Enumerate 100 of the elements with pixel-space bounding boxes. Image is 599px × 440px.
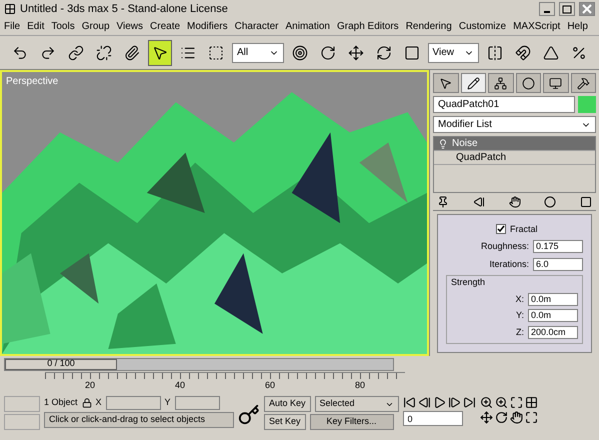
square-icon	[404, 44, 420, 60]
maximize-icon	[562, 4, 572, 14]
fractal-label: Fractal	[510, 222, 538, 236]
lock-icon[interactable]	[82, 398, 92, 408]
menu-item[interactable]: Graph Editors	[336, 19, 399, 34]
minimize-icon	[544, 11, 550, 13]
menu-item[interactable]: Views	[116, 19, 144, 34]
key-icon[interactable]	[238, 404, 260, 426]
prompt-text: Click or click-and-drag to select objects	[44, 412, 234, 428]
hammer-icon	[576, 76, 590, 90]
modifier-list-dropdown[interactable]: Modifier List	[433, 116, 596, 133]
param-label: Roughness:	[480, 240, 529, 253]
viewport-nav-icon[interactable]	[510, 411, 523, 424]
toolbar-button[interactable]	[148, 40, 172, 66]
ruler-label: 40	[174, 378, 185, 392]
menu-item[interactable]: File	[4, 19, 20, 34]
menu-item[interactable]: Create	[150, 19, 180, 34]
viewport-nav-icon[interactable]	[494, 411, 508, 424]
minimize-button[interactable]	[539, 2, 555, 16]
menu-item[interactable]: Character	[234, 19, 279, 34]
stack-tool-icon[interactable]	[580, 196, 592, 208]
param-field[interactable]: 0.175	[533, 240, 583, 254]
dashed-square-icon	[208, 44, 224, 60]
playback-icon[interactable]	[418, 396, 431, 409]
set-key-button[interactable]: Set Key	[264, 414, 306, 430]
playback-icon[interactable]	[402, 396, 416, 409]
x-label: X	[96, 396, 102, 410]
menu-item[interactable]: Customize	[458, 19, 506, 34]
time-slider-thumb[interactable]: 0 / 100	[5, 358, 117, 370]
viewport-nav-icon[interactable]	[524, 396, 538, 409]
panel-tab[interactable]	[460, 73, 486, 93]
maximize-button[interactable]	[559, 2, 575, 16]
hierarchy-icon	[494, 76, 508, 90]
object-name-field[interactable]: QuadPatch01	[433, 96, 575, 113]
menu-item[interactable]: MAXScript	[513, 19, 560, 34]
menu-item[interactable]: Animation	[286, 19, 330, 34]
playback-icon[interactable]	[462, 396, 476, 409]
object-color-swatch[interactable]	[578, 96, 596, 113]
viewport-nav-icon[interactable]	[480, 411, 493, 424]
toolbar-dropdown[interactable]: View	[428, 42, 479, 62]
menu-item[interactable]: Tools	[51, 19, 75, 34]
undo-icon	[12, 44, 28, 60]
fractal-checkbox[interactable]	[496, 224, 506, 234]
key-mode-dropdown[interactable]: Selected	[314, 396, 399, 412]
ruler-label: 80	[354, 378, 365, 392]
monitor-icon	[549, 76, 562, 90]
axis-label: X:	[515, 292, 524, 306]
close-button[interactable]	[579, 2, 595, 16]
frame-field[interactable]: 0	[402, 411, 463, 426]
pointer-icon	[152, 44, 168, 60]
status-field	[4, 396, 40, 412]
triangle-icon	[543, 44, 559, 60]
param-field[interactable]: 6.0	[533, 258, 583, 271]
menu-item[interactable]: Edit	[27, 19, 44, 34]
panel-tab[interactable]	[488, 73, 514, 93]
viewport-label: Perspective	[6, 75, 58, 89]
panel-tab[interactable]	[543, 73, 568, 93]
refresh-icon	[376, 44, 392, 60]
param-label: Iterations:	[489, 258, 529, 270]
auto-key-button[interactable]: Auto Key	[264, 396, 311, 412]
stack-tool-icon[interactable]	[472, 196, 485, 208]
x-field[interactable]	[106, 396, 161, 410]
ruler-label: 60	[264, 378, 275, 392]
close-icon	[582, 4, 592, 14]
circle-icon	[522, 76, 535, 90]
menu-item[interactable]: Help	[567, 19, 588, 34]
playback-icon[interactable]	[448, 396, 461, 409]
magnet-icon	[515, 44, 531, 60]
paperclip-icon	[124, 44, 140, 60]
stack-item[interactable]: Noise	[434, 137, 595, 151]
strength-field[interactable]: 0.0m	[528, 309, 578, 322]
panel-tab[interactable]	[570, 73, 596, 93]
stack-tool-icon[interactable]	[508, 196, 520, 208]
link-icon	[68, 44, 84, 60]
y-field[interactable]	[174, 396, 220, 410]
stack-item[interactable]: QuadPatch	[434, 151, 595, 165]
window-title: Untitled - 3ds max 5 - Stand-alone License	[20, 2, 229, 17]
toolbar-dropdown[interactable]: All	[232, 42, 284, 62]
redo-icon	[40, 44, 56, 60]
panel-tab[interactable]	[516, 73, 541, 93]
strength-field[interactable]: 0.0m	[528, 292, 578, 306]
selection-count: 1 Object	[44, 396, 78, 410]
time-slider-track[interactable]: 0 / 100	[4, 358, 394, 370]
key-filters-button[interactable]: Key Filters...	[310, 414, 394, 430]
stack-tool-icon[interactable]	[544, 196, 556, 208]
viewport-nav-icon[interactable]	[480, 396, 493, 409]
stack-tool-icon[interactable]	[437, 196, 449, 208]
menu-item[interactable]: Rendering	[406, 19, 452, 34]
strength-field[interactable]: 200.0cm	[528, 326, 578, 339]
playback-icon[interactable]	[432, 396, 446, 409]
viewport-nav-icon[interactable]	[494, 396, 508, 409]
target-icon	[292, 44, 308, 60]
percent-icon	[571, 44, 587, 60]
viewport-nav-icon[interactable]	[510, 396, 523, 409]
menu-item[interactable]: Group	[82, 19, 110, 34]
pointer-icon	[439, 76, 452, 90]
axis-label: Z:	[516, 326, 524, 338]
menu-item[interactable]: Modifiers	[187, 19, 228, 34]
viewport-nav-icon[interactable]	[524, 411, 538, 424]
panel-tab[interactable]	[433, 73, 458, 93]
